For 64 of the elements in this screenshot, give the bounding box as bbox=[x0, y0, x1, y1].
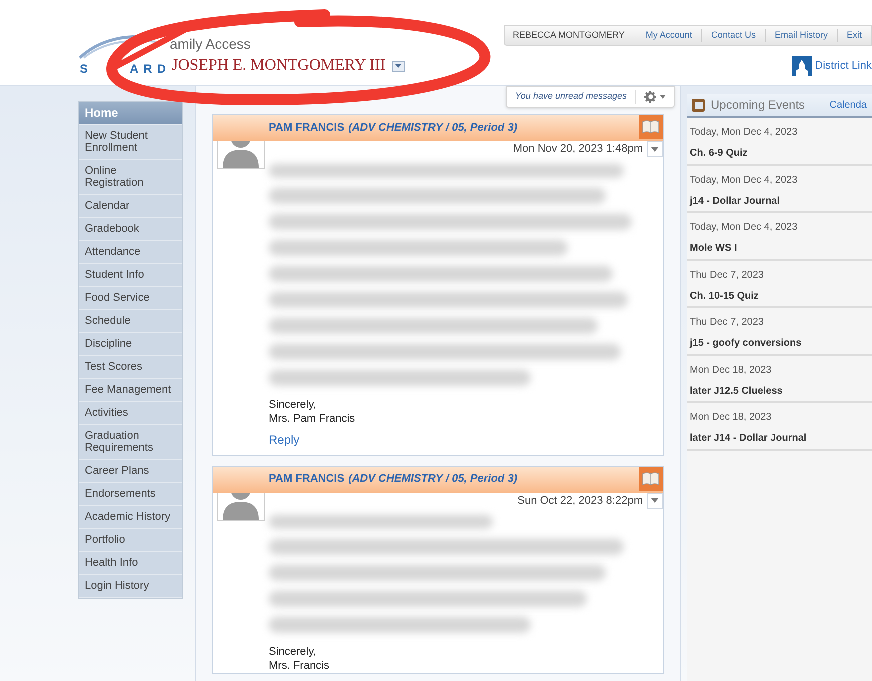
closing-text: Sincerely, bbox=[269, 398, 318, 412]
sidebar-item[interactable]: Academic History bbox=[79, 506, 182, 529]
closing-text: Sincerely, bbox=[269, 645, 318, 659]
event-title[interactable]: later J12.5 Clueless bbox=[690, 384, 869, 398]
sidebar-item[interactable]: Gradebook bbox=[79, 218, 182, 241]
district-link[interactable]: District Link bbox=[815, 58, 872, 74]
sidebar-item[interactable]: Attendance bbox=[79, 241, 182, 264]
course-name: (ADV CHEMISTRY / 05, Period 3) bbox=[348, 472, 518, 488]
sidebar-item[interactable]: Schedule bbox=[79, 310, 182, 333]
sidebar-item[interactable]: Food Service bbox=[79, 287, 182, 310]
event-title[interactable]: j15 - goofy conversions bbox=[690, 336, 869, 351]
student-name[interactable]: JOSEPH E. MONTGOMERY III bbox=[172, 54, 386, 78]
dropdown-caret-icon[interactable] bbox=[647, 492, 663, 509]
top-link[interactable]: Email History bbox=[764, 28, 837, 42]
course-name: (ADV CHEMISTRY / 05, Period 3) bbox=[348, 120, 518, 136]
top-link[interactable]: Exit bbox=[836, 28, 871, 42]
signature-text: Mrs. Francis bbox=[269, 659, 330, 673]
top-link[interactable]: Contact Us bbox=[701, 28, 765, 42]
user-name: REBECCA MONTGOMERY bbox=[513, 28, 626, 42]
logo-text: S bbox=[80, 61, 94, 78]
message-date: Mon Nov 20, 2023 1:48pm bbox=[513, 142, 644, 157]
signature-text: Mrs. Pam Francis bbox=[269, 412, 356, 426]
sidebar-item[interactable]: Health Info bbox=[79, 552, 182, 575]
book-icon[interactable] bbox=[639, 115, 663, 139]
sidebar-item[interactable]: Portfolio bbox=[79, 529, 182, 552]
top-link[interactable]: My Account bbox=[636, 28, 702, 42]
sidebar-item[interactable]: Online Registration bbox=[79, 160, 182, 195]
sidebar-item[interactable]: New Student Enrollment bbox=[79, 125, 182, 160]
event-date: Thu Dec 7, 2023 bbox=[690, 316, 765, 330]
sidebar-item[interactable]: Login History bbox=[79, 575, 182, 598]
sidebar-item[interactable]: Discipline bbox=[79, 333, 182, 356]
event-date: Thu Dec 7, 2023 bbox=[690, 268, 765, 282]
message-date: Sun Oct 22, 2023 8:22pm bbox=[518, 494, 644, 508]
sidebar-item[interactable]: Student Info bbox=[79, 264, 182, 287]
events-title: Upcoming Events bbox=[711, 97, 806, 114]
sidebar-item[interactable]: Endorsements bbox=[79, 483, 182, 506]
event-date: Today, Mon Dec 4, 2023 bbox=[690, 126, 799, 140]
event-date: Today, Mon Dec 4, 2023 bbox=[690, 174, 799, 188]
district-icon bbox=[792, 56, 812, 76]
sidebar-item[interactable]: Fee Management bbox=[79, 379, 182, 402]
event-date: Mon Dec 18, 2023 bbox=[690, 364, 773, 378]
sidebar-item[interactable]: Career Plans bbox=[79, 460, 182, 483]
sidebar-item[interactable]: Activities bbox=[79, 402, 182, 425]
event-title[interactable]: Mole WS I bbox=[690, 241, 869, 256]
event-date: Today, Mon Dec 4, 2023 bbox=[690, 221, 799, 235]
logo-text: ARD bbox=[130, 61, 171, 78]
sender-name: PAM FRANCIS bbox=[269, 120, 345, 136]
sidebar-item[interactable]: Test Scores bbox=[79, 356, 182, 379]
sidebar-item[interactable]: Graduation Requirements bbox=[79, 425, 182, 460]
dropdown-caret-icon[interactable] bbox=[647, 141, 663, 158]
reply-link[interactable]: Reply bbox=[269, 430, 300, 448]
event-title[interactable]: later J14 - Dollar Journal bbox=[690, 431, 869, 446]
sidebar-item[interactable]: Calendar bbox=[79, 195, 182, 218]
calendar-link[interactable]: Calenda bbox=[830, 98, 867, 112]
app-name: amily Access bbox=[170, 36, 251, 52]
book-icon[interactable] bbox=[639, 466, 663, 490]
unread-notice: You have unread messages bbox=[507, 90, 636, 104]
event-title[interactable]: Ch. 6-9 Quiz bbox=[690, 146, 869, 161]
calendar-icon bbox=[692, 98, 705, 112]
dropdown-caret-icon[interactable] bbox=[392, 60, 405, 72]
event-title[interactable]: Ch. 10-15 Quiz bbox=[690, 288, 869, 304]
event-title[interactable]: j14 - Dollar Journal bbox=[690, 194, 869, 208]
sender-name: PAM FRANCIS bbox=[269, 472, 345, 488]
event-date: Mon Dec 18, 2023 bbox=[690, 411, 773, 425]
